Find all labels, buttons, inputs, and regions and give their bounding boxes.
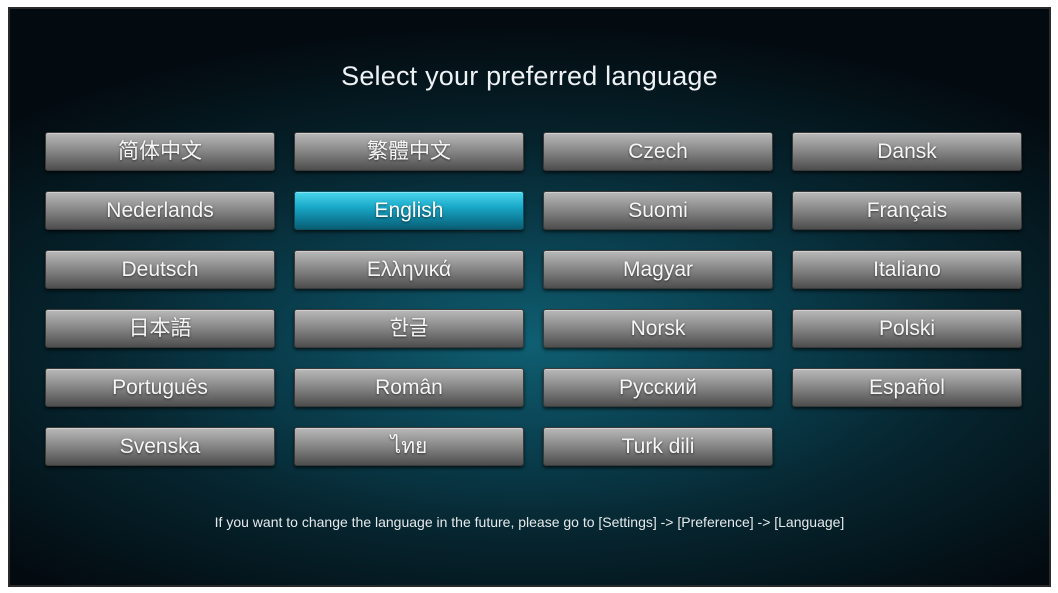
language-button-portugues[interactable]: Português (45, 368, 275, 407)
language-button-nederlands[interactable]: Nederlands (45, 191, 275, 230)
settings-hint-text: If you want to change the language in th… (214, 514, 845, 530)
language-button-thai[interactable]: ไทย (294, 427, 524, 466)
language-button-svenska[interactable]: Svenska (45, 427, 275, 466)
page-title: Select your preferred language (341, 61, 718, 91)
language-button-traditional-chinese[interactable]: 繁體中文 (294, 132, 524, 171)
language-button-magyar[interactable]: Magyar (543, 250, 773, 289)
language-button-czech[interactable]: Czech (543, 132, 773, 171)
language-button-roman[interactable]: Român (294, 368, 524, 407)
language-button-francais[interactable]: Français (792, 191, 1022, 230)
language-button-russian[interactable]: Русский (543, 368, 773, 407)
language-button-english[interactable]: English (294, 191, 524, 230)
language-button-deutsch[interactable]: Deutsch (45, 250, 275, 289)
language-button-korean[interactable]: 한글 (294, 309, 524, 348)
language-button-greek[interactable]: Ελληνικά (294, 250, 524, 289)
language-button-italiano[interactable]: Italiano (792, 250, 1022, 289)
language-button-espanol[interactable]: Español (792, 368, 1022, 407)
language-button-turk-dili[interactable]: Turk dili (543, 427, 773, 466)
language-selection-screen: Select your preferred language 简体中文 繁體中文… (8, 7, 1051, 587)
language-grid: 简体中文 繁體中文 Czech Dansk Nederlands English… (45, 132, 1025, 472)
language-button-norsk[interactable]: Norsk (543, 309, 773, 348)
language-button-suomi[interactable]: Suomi (543, 191, 773, 230)
language-button-simplified-chinese[interactable]: 简体中文 (45, 132, 275, 171)
language-button-polski[interactable]: Polski (792, 309, 1022, 348)
language-button-japanese[interactable]: 日本語 (45, 309, 275, 348)
language-button-dansk[interactable]: Dansk (792, 132, 1022, 171)
